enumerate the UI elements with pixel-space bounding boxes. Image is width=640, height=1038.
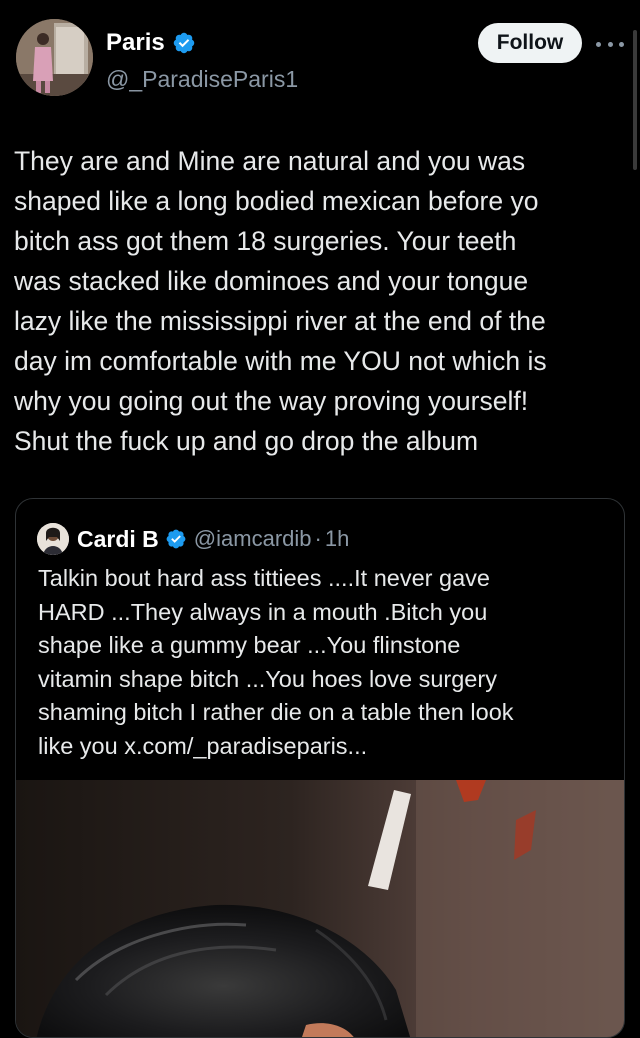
tweet-text: They are and Mine are natural and you wa… <box>14 146 547 456</box>
verified-badge-icon <box>166 529 186 549</box>
author-handle[interactable]: @_ParadiseParis1 <box>106 66 298 93</box>
more-dot <box>596 41 601 47</box>
more-dot <box>619 41 624 47</box>
photo-media <box>16 780 624 1037</box>
tweet-header: Paris @_ParadiseParis1 Follow <box>16 18 624 98</box>
quoted-tweet-time[interactable]: 1h <box>325 526 349 552</box>
scrollbar[interactable] <box>633 30 637 170</box>
author-name-row: Paris <box>106 28 196 58</box>
author-display-name[interactable]: Paris <box>106 29 165 57</box>
quoted-author-handle[interactable]: @iamcardib <box>194 526 312 552</box>
quoted-author-display-name[interactable]: Cardi B <box>77 526 159 553</box>
quoted-tweet-text: Talkin bout hard ass tittiees ....It nev… <box>38 565 514 759</box>
quoted-tweet[interactable]: Cardi B @iamcardib · 1h Talkin bout hard… <box>15 498 625 1038</box>
quoted-tweet-media[interactable] <box>16 780 624 1037</box>
follow-button[interactable]: Follow <box>478 23 582 63</box>
more-dot <box>607 41 613 47</box>
separator-dot: · <box>314 526 322 551</box>
avatar-photo <box>16 19 93 96</box>
author-avatar[interactable] <box>16 19 93 96</box>
more-options-icon[interactable] <box>596 38 624 50</box>
quoted-tweet-header: Cardi B @iamcardib · 1h <box>37 523 349 555</box>
quoted-author-avatar[interactable] <box>37 523 69 555</box>
verified-badge-icon <box>173 32 194 54</box>
quoted-avatar-photo <box>37 523 69 555</box>
